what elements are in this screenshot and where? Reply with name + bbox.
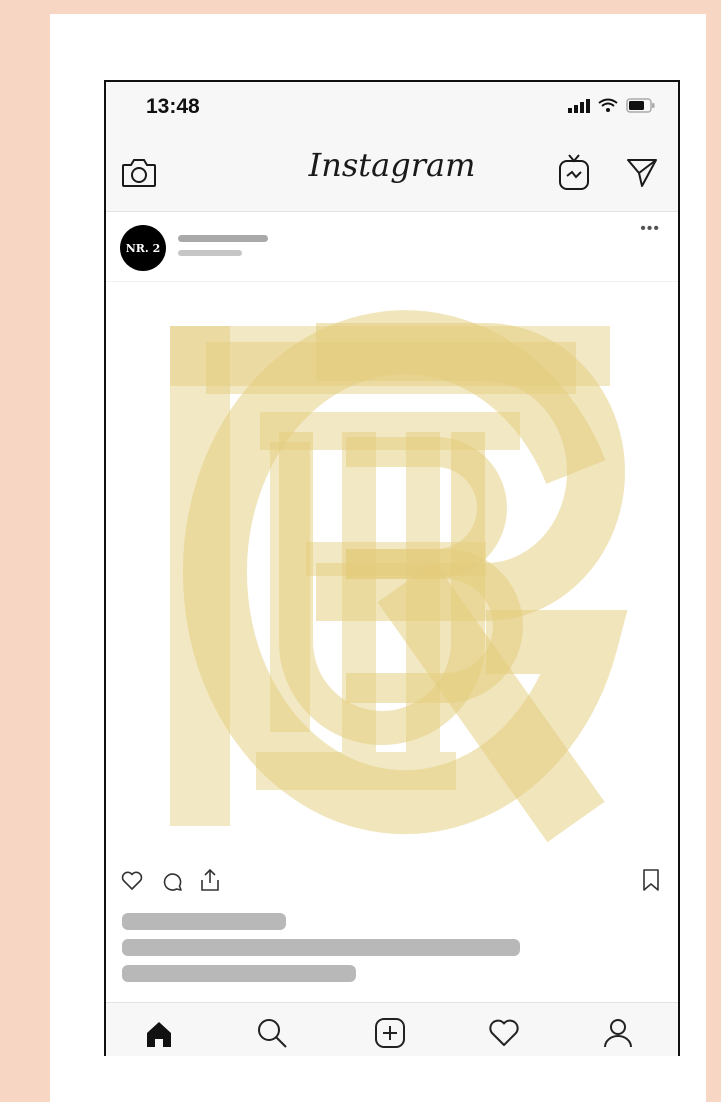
monogram-logo: [170, 310, 628, 843]
battery-icon: [626, 98, 656, 118]
top-nav-bar: Instagram: [106, 132, 678, 212]
share-icon[interactable]: [198, 867, 222, 893]
phone-frame: 13:48 Instagram NR. 2 •••: [104, 80, 680, 1056]
bookmark-icon[interactable]: [640, 867, 662, 893]
comments-placeholder: [122, 965, 356, 982]
username-placeholder: [178, 235, 268, 242]
add-post-icon[interactable]: [372, 1015, 408, 1051]
send-icon[interactable]: [624, 154, 660, 190]
activity-heart-icon[interactable]: [486, 1015, 522, 1051]
status-icons: [568, 98, 656, 118]
post-image: [106, 282, 678, 857]
heart-icon[interactable]: [120, 869, 144, 893]
igtv-icon[interactable]: [556, 152, 592, 192]
bottom-tab-bar: [106, 1002, 678, 1056]
status-time: 13:48: [146, 95, 200, 118]
caption-line-placeholder: [122, 939, 520, 956]
comment-icon[interactable]: [160, 869, 184, 893]
home-icon[interactable]: [142, 1017, 176, 1051]
signal-icon: [568, 98, 590, 118]
post-actions: [106, 857, 678, 907]
app-title: Instagram: [308, 146, 476, 184]
avatar[interactable]: NR. 2: [120, 225, 166, 271]
caption-placeholder: [106, 907, 678, 1002]
likes-placeholder: [122, 913, 286, 930]
location-placeholder: [178, 250, 242, 256]
wifi-icon: [598, 98, 618, 118]
search-icon[interactable]: [254, 1015, 290, 1051]
more-icon[interactable]: •••: [640, 220, 660, 238]
post-header: NR. 2 •••: [106, 212, 678, 282]
status-bar: 13:48: [106, 82, 678, 132]
profile-icon[interactable]: [600, 1015, 636, 1051]
